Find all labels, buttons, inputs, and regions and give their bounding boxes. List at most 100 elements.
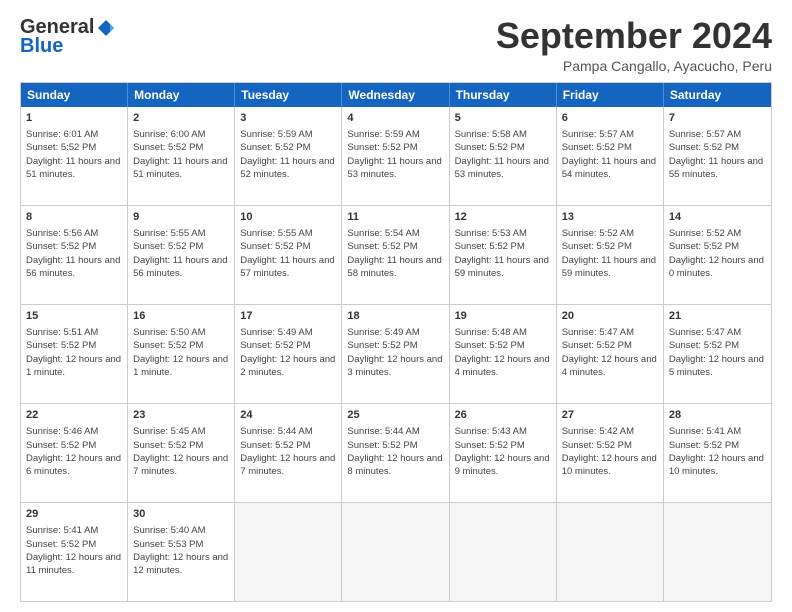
daylight-text: Daylight: 12 hours and 6 minutes. — [26, 452, 122, 479]
sunset-text: Sunset: 5:52 PM — [133, 240, 229, 253]
sunset-text: Sunset: 5:52 PM — [26, 339, 122, 352]
logo-blue: Blue — [20, 35, 63, 58]
day-number: 13 — [562, 210, 658, 225]
sunrise-text: Sunrise: 5:54 AM — [347, 227, 443, 240]
sunset-text: Sunset: 5:52 PM — [669, 240, 766, 253]
sunrise-text: Sunrise: 5:45 AM — [133, 425, 229, 438]
sunrise-text: Sunrise: 5:47 AM — [562, 326, 658, 339]
sunset-text: Sunset: 5:52 PM — [133, 439, 229, 452]
day-number: 14 — [669, 210, 766, 225]
sunset-text: Sunset: 5:52 PM — [133, 339, 229, 352]
day-number: 21 — [669, 309, 766, 324]
sunrise-text: Sunrise: 5:42 AM — [562, 425, 658, 438]
sunrise-text: Sunrise: 5:53 AM — [455, 227, 551, 240]
calendar-cell: 19Sunrise: 5:48 AMSunset: 5:52 PMDayligh… — [450, 305, 557, 403]
day-number: 4 — [347, 111, 443, 126]
sunrise-text: Sunrise: 5:47 AM — [669, 326, 766, 339]
sunset-text: Sunset: 5:52 PM — [26, 538, 122, 551]
sunset-text: Sunset: 5:52 PM — [347, 141, 443, 154]
sunset-text: Sunset: 5:52 PM — [26, 141, 122, 154]
sunset-text: Sunset: 5:52 PM — [562, 240, 658, 253]
calendar-cell: 1Sunrise: 6:01 AMSunset: 5:52 PMDaylight… — [21, 107, 128, 205]
sunrise-text: Sunrise: 5:41 AM — [26, 524, 122, 537]
sunrise-text: Sunrise: 5:56 AM — [26, 227, 122, 240]
day-number: 3 — [240, 111, 336, 126]
calendar-cell: 24Sunrise: 5:44 AMSunset: 5:52 PMDayligh… — [235, 404, 342, 502]
sunrise-text: Sunrise: 5:52 AM — [562, 227, 658, 240]
sunrise-text: Sunrise: 5:46 AM — [26, 425, 122, 438]
sunrise-text: Sunrise: 5:55 AM — [240, 227, 336, 240]
calendar-cell: 18Sunrise: 5:49 AMSunset: 5:52 PMDayligh… — [342, 305, 449, 403]
calendar-header: Sunday Monday Tuesday Wednesday Thursday… — [21, 83, 771, 107]
daylight-text: Daylight: 12 hours and 3 minutes. — [347, 353, 443, 380]
daylight-text: Daylight: 11 hours and 58 minutes. — [347, 254, 443, 281]
calendar-cell: 23Sunrise: 5:45 AMSunset: 5:52 PMDayligh… — [128, 404, 235, 502]
sunrise-text: Sunrise: 5:50 AM — [133, 326, 229, 339]
day-number: 17 — [240, 309, 336, 324]
daylight-text: Daylight: 12 hours and 11 minutes. — [26, 551, 122, 578]
daylight-text: Daylight: 12 hours and 8 minutes. — [347, 452, 443, 479]
calendar-cell: 29Sunrise: 5:41 AMSunset: 5:52 PMDayligh… — [21, 503, 128, 601]
daylight-text: Daylight: 12 hours and 4 minutes. — [455, 353, 551, 380]
calendar-cell: 3Sunrise: 5:59 AMSunset: 5:52 PMDaylight… — [235, 107, 342, 205]
calendar-week-2: 8Sunrise: 5:56 AMSunset: 5:52 PMDaylight… — [21, 205, 771, 304]
daylight-text: Daylight: 11 hours and 52 minutes. — [240, 155, 336, 182]
daylight-text: Daylight: 11 hours and 51 minutes. — [26, 155, 122, 182]
calendar-cell: 25Sunrise: 5:44 AMSunset: 5:52 PMDayligh… — [342, 404, 449, 502]
sunrise-text: Sunrise: 5:52 AM — [669, 227, 766, 240]
sunset-text: Sunset: 5:52 PM — [455, 240, 551, 253]
daylight-text: Daylight: 12 hours and 10 minutes. — [669, 452, 766, 479]
day-number: 25 — [347, 408, 443, 423]
daylight-text: Daylight: 12 hours and 0 minutes. — [669, 254, 766, 281]
day-number: 28 — [669, 408, 766, 423]
day-number: 16 — [133, 309, 229, 324]
daylight-text: Daylight: 11 hours and 55 minutes. — [669, 155, 766, 182]
daylight-text: Daylight: 12 hours and 10 minutes. — [562, 452, 658, 479]
calendar-cell: 13 Sunrise: 5:52 AMSunset: 5:52 PMDayligh… — [557, 206, 664, 304]
header-wednesday: Wednesday — [342, 83, 449, 107]
header-sunday: Sunday — [21, 83, 128, 107]
day-number: 12 — [455, 210, 551, 225]
day-number: 30 — [133, 507, 229, 522]
calendar-cell: 6Sunrise: 5:57 AMSunset: 5:52 PMDaylight… — [557, 107, 664, 205]
sunrise-text: Sunrise: 5:43 AM — [455, 425, 551, 438]
sunset-text: Sunset: 5:52 PM — [347, 439, 443, 452]
sunrise-text: Sunrise: 5:59 AM — [240, 128, 336, 141]
day-number: 5 — [455, 111, 551, 126]
daylight-text: Daylight: 11 hours and 54 minutes. — [562, 155, 658, 182]
daylight-text: Daylight: 11 hours and 59 minutes. — [562, 254, 658, 281]
sunrise-text: Sunrise: 5:48 AM — [455, 326, 551, 339]
calendar-cell: 20Sunrise: 5:47 AMSunset: 5:52 PMDayligh… — [557, 305, 664, 403]
daylight-text: Daylight: 11 hours and 53 minutes. — [347, 155, 443, 182]
calendar-cell — [450, 503, 557, 601]
day-number: 15 — [26, 309, 122, 324]
day-number: 24 — [240, 408, 336, 423]
calendar-cell: 12Sunrise: 5:53 AMSunset: 5:52 PMDayligh… — [450, 206, 557, 304]
location-title: Pampa Cangallo, Ayacucho, Peru — [496, 58, 772, 74]
sunrise-text: Sunrise: 5:59 AM — [347, 128, 443, 141]
sunset-text: Sunset: 5:52 PM — [455, 339, 551, 352]
sunset-text: Sunset: 5:52 PM — [26, 439, 122, 452]
calendar-cell — [664, 503, 771, 601]
daylight-text: Daylight: 12 hours and 7 minutes. — [133, 452, 229, 479]
daylight-text: Daylight: 12 hours and 9 minutes. — [455, 452, 551, 479]
sunrise-text: Sunrise: 5:41 AM — [669, 425, 766, 438]
daylight-text: Daylight: 11 hours and 51 minutes. — [133, 155, 229, 182]
day-number: 8 — [26, 210, 122, 225]
sunrise-text: Sunrise: 5:49 AM — [240, 326, 336, 339]
sunset-text: Sunset: 5:52 PM — [562, 339, 658, 352]
sunset-text: Sunset: 5:52 PM — [240, 339, 336, 352]
calendar-cell: 17Sunrise: 5:49 AMSunset: 5:52 PMDayligh… — [235, 305, 342, 403]
daylight-text: Daylight: 11 hours and 57 minutes. — [240, 254, 336, 281]
sunrise-text: Sunrise: 5:49 AM — [347, 326, 443, 339]
sunset-text: Sunset: 5:52 PM — [669, 439, 766, 452]
sunset-text: Sunset: 5:52 PM — [669, 339, 766, 352]
sunrise-text: Sunrise: 5:57 AM — [669, 128, 766, 141]
daylight-text: Daylight: 11 hours and 53 minutes. — [455, 155, 551, 182]
calendar-cell: 9Sunrise: 5:55 AMSunset: 5:52 PMDaylight… — [128, 206, 235, 304]
sunset-text: Sunset: 5:52 PM — [455, 141, 551, 154]
calendar-week-3: 15Sunrise: 5:51 AMSunset: 5:52 PMDayligh… — [21, 304, 771, 403]
day-number: 1 — [26, 111, 122, 126]
daylight-text: Daylight: 12 hours and 12 minutes. — [133, 551, 229, 578]
day-number: 6 — [562, 111, 658, 126]
